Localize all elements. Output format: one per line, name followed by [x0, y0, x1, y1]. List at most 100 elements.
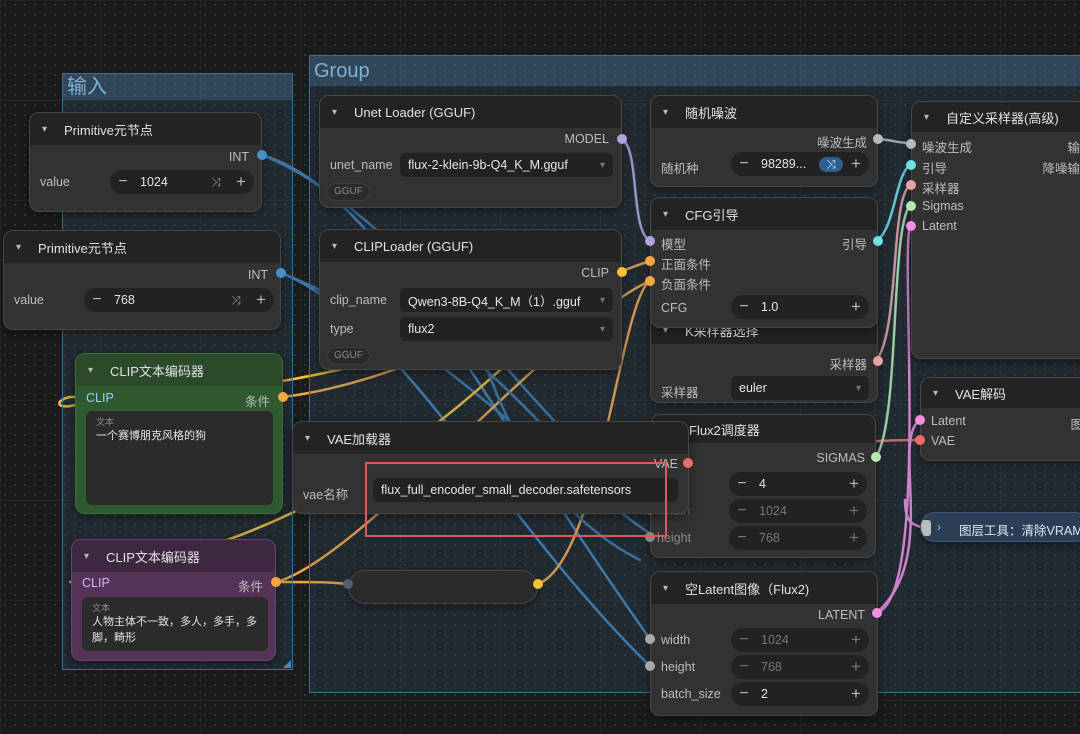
random-noise-node[interactable]: ▾ 随机噪波 噪波生成 随机种 − 98289... ⤨ +	[650, 95, 878, 187]
clip-neg-output-slot[interactable]	[271, 577, 281, 587]
chevron-down-icon[interactable]: ▾	[332, 241, 354, 252]
node-header[interactable]: ▾ VAE解码	[921, 378, 1080, 408]
node-header[interactable]: ▾ CLIP文本编码器	[76, 354, 282, 386]
clip-name-select[interactable]: Qwen3-8B-Q4_K_M（1）.gguf ▾	[400, 288, 613, 312]
reroute-node[interactable]	[348, 570, 538, 604]
group-resize-handle[interactable]	[283, 660, 291, 668]
shuffle-toggle-icon[interactable]: ⤨	[819, 156, 843, 172]
unet-name-select[interactable]: flux-2-klein-9b-Q4_K_M.gguf ▾	[400, 153, 613, 177]
vd-vae-input-slot[interactable]	[915, 435, 925, 445]
vae-decode-node[interactable]: ▾VAE解码 Latent 图 VAE	[920, 377, 1080, 461]
decrement-icon[interactable]: −	[731, 685, 757, 703]
unet-model-output-slot[interactable]	[617, 134, 627, 144]
prim2-int-output-slot[interactable]	[276, 268, 286, 278]
cfg-model-input-slot[interactable]	[645, 236, 655, 246]
collapsed-node-handle[interactable]	[921, 520, 931, 536]
batch-size-stepper[interactable]: − 2 +	[731, 682, 869, 706]
chevron-down-icon[interactable]: ▾	[16, 242, 38, 253]
clip-text-encoder-negative[interactable]: ▾ CLIP文本编码器 CLIP 条件 文本 人物主体不一致，多人，多手，多脚，畸…	[71, 539, 276, 661]
clip-output-slot[interactable]	[617, 267, 627, 277]
increment-icon[interactable]: +	[843, 297, 869, 317]
reroute-input-slot[interactable]	[343, 579, 353, 589]
decrement-icon[interactable]: −	[729, 475, 755, 493]
clip-loader-node[interactable]: ▾ CLIPLoader (GGUF) CLIP clip_name Qwen3-…	[319, 229, 622, 370]
noise-output-slot[interactable]	[873, 134, 883, 144]
chevron-down-icon[interactable]: ▾	[663, 107, 685, 118]
chevron-down-icon[interactable]: ▾	[933, 388, 955, 399]
node-header[interactable]: ▾ 随机噪波	[651, 96, 877, 128]
seed-stepper[interactable]: − 98289... ⤨ +	[731, 152, 869, 176]
vd-latent-input-slot[interactable]	[915, 415, 925, 425]
sampler-select[interactable]: euler ▾	[731, 376, 869, 400]
increment-icon[interactable]: +	[841, 474, 867, 494]
increment-icon[interactable]: +	[841, 528, 867, 548]
cfg-guider-node[interactable]: ▾ CFG引导 模型 引导 正面条件 负面条件 CFG − 1.0 +	[650, 197, 878, 328]
chevron-right-icon[interactable]: ›	[937, 520, 941, 534]
increment-icon[interactable]: +	[843, 154, 869, 174]
decrement-icon[interactable]: −	[731, 631, 757, 649]
randomize-icon[interactable]: ⤨	[204, 175, 228, 190]
chevron-down-icon[interactable]: ▾	[88, 365, 110, 376]
chevron-down-icon[interactable]: ▾	[924, 112, 946, 123]
clip-type-select[interactable]: flux2 ▾	[400, 317, 613, 341]
increment-icon[interactable]: +	[843, 630, 869, 650]
node-header[interactable]: ▾ CFG引导	[651, 198, 877, 230]
chevron-down-icon[interactable]: ▾	[42, 124, 64, 135]
decrement-icon[interactable]: −	[731, 155, 757, 173]
node-header[interactable]: ▾ Unet Loader (GGUF)	[320, 96, 621, 128]
steps-stepper[interactable]: − 4 +	[729, 472, 867, 496]
chevron-down-icon[interactable]: ▾	[332, 107, 354, 118]
node-header[interactable]: ▾ 自定义采样器(高级)	[912, 102, 1080, 132]
value-stepper[interactable]: − 1024 ⤨ +	[110, 170, 254, 194]
prim1-int-output-slot[interactable]	[257, 150, 267, 160]
cs-noise-input-slot[interactable]	[906, 139, 916, 149]
cs-latent-input-slot[interactable]	[906, 221, 916, 231]
increment-icon[interactable]: +	[228, 172, 254, 192]
decrement-icon[interactable]: −	[729, 529, 755, 547]
height-stepper[interactable]: − 768 +	[731, 655, 869, 679]
ksampler-select-node[interactable]: ▾ K采样器选择 采样器 采样器 euler ▾	[650, 315, 878, 403]
height-stepper[interactable]: − 768 +	[729, 526, 867, 550]
vae-output-slot[interactable]	[683, 458, 693, 468]
decrement-icon[interactable]: −	[84, 291, 110, 309]
sigmas-output-slot[interactable]	[871, 452, 881, 462]
reroute-output-slot[interactable]	[533, 579, 543, 589]
latent-output-slot[interactable]	[872, 608, 882, 618]
increment-icon[interactable]: +	[843, 657, 869, 677]
layer-tool-clear-vram-node[interactable]: › 图层工具：清除VRAM	[920, 512, 1080, 542]
prompt-textarea[interactable]: 文本 一个赛博朋克风格的狗	[86, 411, 273, 505]
increment-icon[interactable]: +	[843, 684, 869, 704]
node-header[interactable]: ▾ CLIP文本编码器	[72, 540, 275, 572]
empty-latent-node[interactable]: ▾ 空Latent图像（Flux2) LATENT width − 1024 + …	[650, 571, 878, 716]
value-stepper[interactable]: − 768 ⤨ +	[84, 288, 274, 312]
primitive-node-2[interactable]: ▾ Primitive元节点 INT value − 768 ⤨ +	[3, 230, 281, 330]
clip-pos-output-slot[interactable]	[278, 392, 288, 402]
unet-loader-node[interactable]: ▾ Unet Loader (GGUF) MODEL unet_name flux…	[319, 95, 622, 208]
custom-sampler-node[interactable]: ▾ 自定义采样器(高级) 噪波生成 输 引导 降噪输 采样器 Sigmas Lat…	[911, 101, 1080, 359]
primitive-node-1[interactable]: ▾ Primitive元节点 INT value − 1024 ⤨ +	[29, 112, 262, 212]
node-header[interactable]: ▾ Primitive元节点	[4, 231, 280, 263]
decrement-icon[interactable]: −	[729, 502, 755, 520]
chevron-down-icon[interactable]: ▾	[305, 433, 327, 444]
increment-icon[interactable]: +	[841, 501, 867, 521]
decrement-icon[interactable]: −	[110, 173, 136, 191]
chevron-down-icon[interactable]: ▾	[663, 209, 685, 220]
width-stepper[interactable]: − 1024 +	[731, 628, 869, 652]
latent-height-input-slot[interactable]	[645, 661, 655, 671]
chevron-down-icon[interactable]: ▾	[663, 583, 685, 594]
cfg-guider-output-slot[interactable]	[873, 236, 883, 246]
randomize-icon[interactable]: ⤨	[224, 293, 248, 308]
decrement-icon[interactable]: −	[731, 298, 757, 316]
decrement-icon[interactable]: −	[731, 658, 757, 676]
cs-guider-input-slot[interactable]	[906, 160, 916, 170]
sampler-output-slot[interactable]	[873, 356, 883, 366]
node-header[interactable]: ▾ Primitive元节点	[30, 113, 261, 145]
cfg-positive-input-slot[interactable]	[645, 256, 655, 266]
node-header[interactable]: ▾ CLIPLoader (GGUF)	[320, 230, 621, 262]
cs-sampler-input-slot[interactable]	[906, 180, 916, 190]
node-header[interactable]: ▾ VAE加载器	[293, 422, 688, 454]
latent-width-input-slot[interactable]	[645, 634, 655, 644]
chevron-down-icon[interactable]: ▾	[84, 551, 106, 562]
cs-sigmas-input-slot[interactable]	[906, 201, 916, 211]
width-stepper[interactable]: − 1024 +	[729, 499, 867, 523]
